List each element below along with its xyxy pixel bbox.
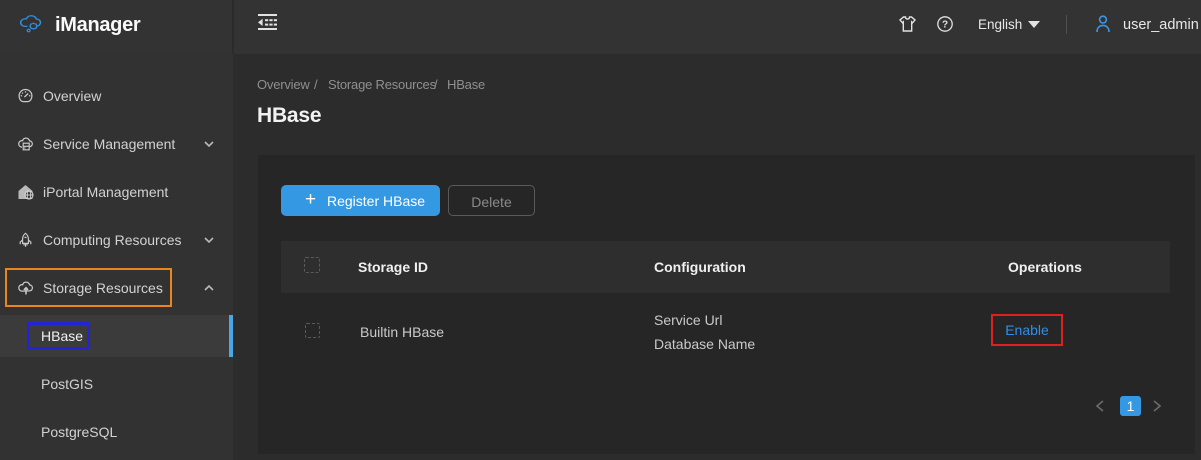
svg-text:?: ?	[942, 20, 948, 31]
